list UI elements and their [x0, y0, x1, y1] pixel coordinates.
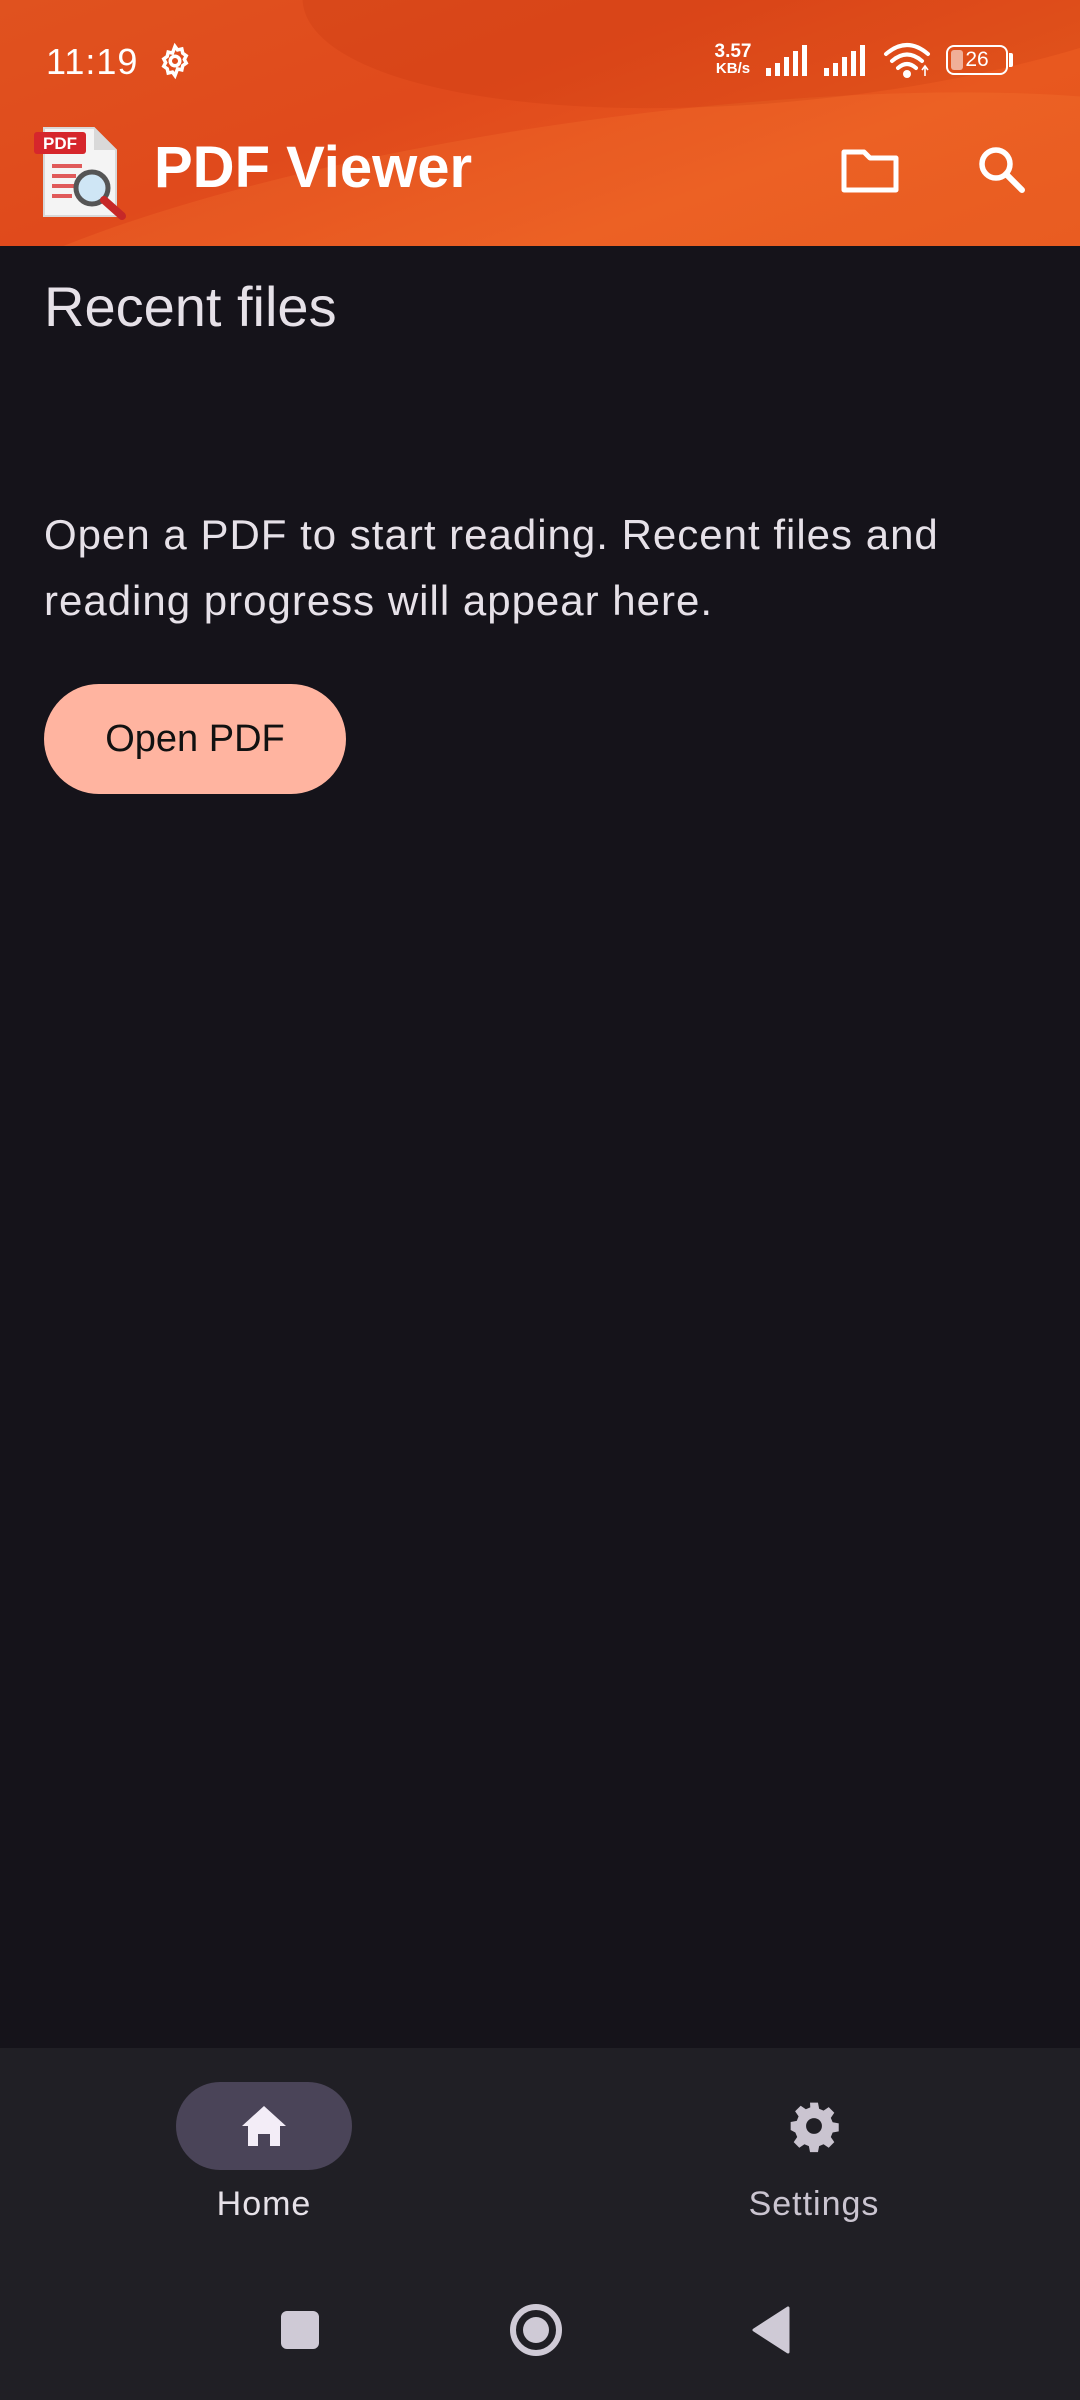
wifi-icon: [884, 43, 930, 78]
battery-tip: [1009, 53, 1013, 67]
recents-icon[interactable]: [260, 2290, 340, 2370]
empty-state-message: Open a PDF to start reading. Recent file…: [44, 511, 939, 624]
back-icon[interactable]: [732, 2290, 812, 2370]
signal-icon: [766, 45, 807, 76]
system-navigation-bar: [0, 2260, 1080, 2400]
nav-item-home[interactable]: Home: [114, 2082, 414, 2242]
section-title: Recent files: [44, 275, 337, 338]
folder-icon[interactable]: [834, 134, 906, 206]
pdf-search-logo-icon: PDF: [34, 127, 126, 220]
bottom-navigation: Home Settings: [0, 2048, 1080, 2260]
settings-gear-icon: [161, 42, 189, 80]
app-bar: PDF PDF Viewer: [0, 92, 1080, 246]
search-icon[interactable]: [966, 134, 1038, 206]
screen: 11:19 3.57 KB/s 26 PDF PDF Viewer Recent…: [0, 0, 1080, 2400]
nav-item-settings[interactable]: Settings: [664, 2082, 964, 2242]
status-bar: 11:19 3.57 KB/s 26: [0, 0, 1080, 92]
open-pdf-button[interactable]: Open PDF: [44, 684, 346, 794]
network-speed: 3.57 KB/s: [708, 42, 758, 77]
settings-icon: [790, 2102, 839, 2153]
battery-level: 26: [965, 48, 989, 71]
battery-icon: 26: [946, 45, 1008, 75]
signal-icon: [824, 45, 865, 76]
status-time: 11:19: [46, 41, 139, 82]
network-speed-value: 3.57: [714, 41, 752, 62]
home-circle-icon[interactable]: [496, 2290, 576, 2370]
header: 11:19 3.57 KB/s 26 PDF PDF Viewer: [0, 0, 1080, 246]
network-speed-unit: KB/s: [715, 60, 751, 77]
app-title: PDF Viewer: [154, 135, 473, 200]
logo-text: PDF: [43, 134, 77, 153]
home-icon: [242, 2106, 286, 2146]
nav-label-home: Home: [216, 2185, 312, 2223]
nav-label-settings: Settings: [748, 2185, 880, 2223]
